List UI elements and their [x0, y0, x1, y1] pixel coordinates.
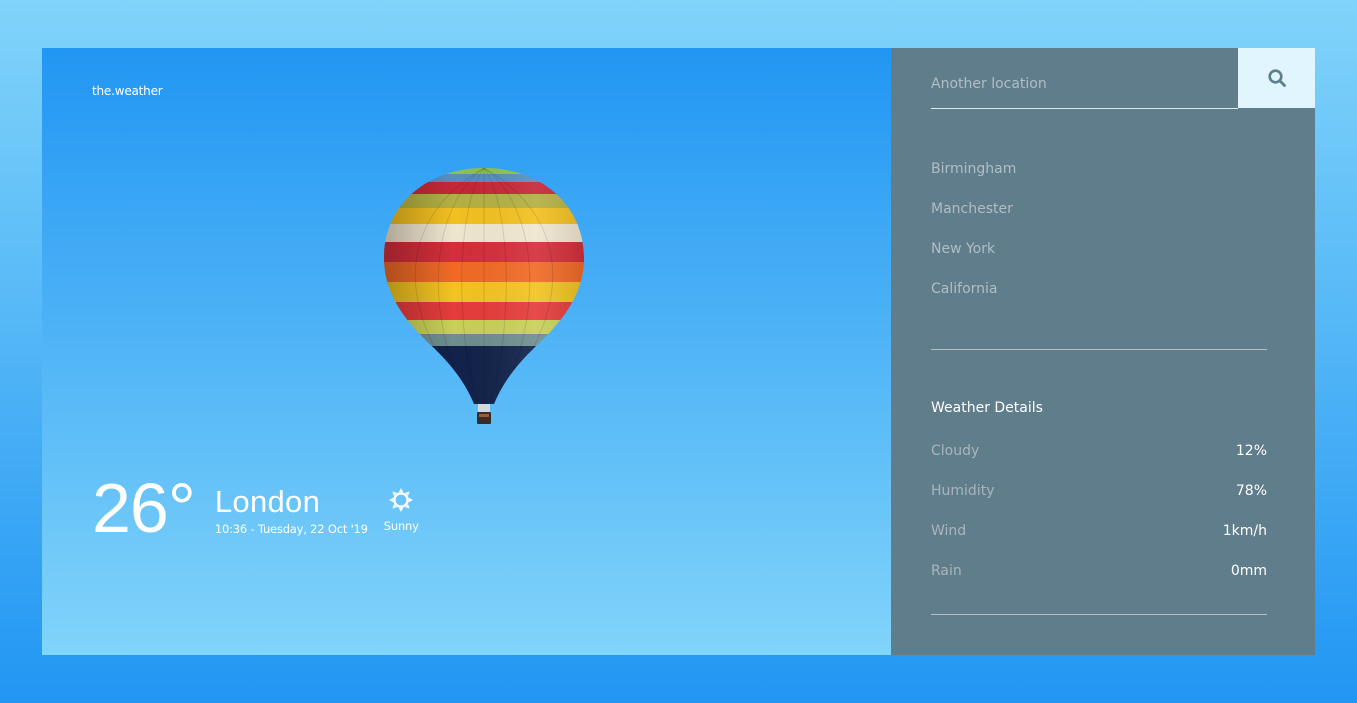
location-item-manchester[interactable]: Manchester — [931, 198, 1267, 238]
city-info: London 10:36 - Tuesday, 22 Oct '19 — [215, 484, 368, 536]
brand-logo[interactable]: the.weather — [92, 84, 163, 98]
detail-value: 0mm — [1230, 563, 1267, 579]
date-time: 10:36 - Tuesday, 22 Oct '19 — [214, 522, 368, 536]
balloon-envelope — [384, 168, 584, 404]
location-item-birmingham[interactable]: Birmingham — [931, 158, 1267, 198]
detail-label: Rain — [931, 563, 962, 579]
detail-label: Cloudy — [931, 443, 980, 459]
condition-info: Sunny — [384, 487, 419, 533]
location-list: Birmingham Manchester New York Californi… — [931, 158, 1267, 318]
detail-row-wind: Wind 1km/h — [931, 520, 1267, 560]
location-search-form — [931, 48, 1315, 109]
detail-value: 12% — [1235, 443, 1267, 459]
sun-icon — [389, 488, 414, 512]
detail-value: 78% — [1235, 483, 1267, 499]
balloon-basket — [477, 401, 491, 424]
weather-details-list: Cloudy 12% Humidity 78% Wind 1km/h Rain … — [931, 440, 1267, 600]
search-button[interactable] — [1238, 48, 1315, 108]
weather-card: the.weather 26° London 10:36 - Tuesday, … — [42, 48, 1315, 655]
search-icon — [1267, 69, 1286, 87]
detail-label: Humidity — [931, 483, 995, 499]
location-item-california[interactable]: California — [931, 278, 1267, 318]
detail-row-cloudy: Cloudy 12% — [931, 440, 1267, 480]
divider — [931, 614, 1267, 615]
current-weather-summary: 26° London 10:36 - Tuesday, 22 Oct '19 S… — [92, 473, 419, 543]
detail-row-humidity: Humidity 78% — [931, 480, 1267, 520]
weather-details-title: Weather Details — [931, 400, 1043, 416]
location-item-new-york[interactable]: New York — [931, 238, 1267, 278]
location-search-input[interactable] — [931, 48, 1238, 109]
detail-label: Wind — [931, 523, 967, 539]
condition-label: Sunny — [383, 519, 419, 533]
hot-air-balloon-image — [384, 168, 584, 424]
city-name: London — [214, 484, 321, 519]
detail-value: 1km/h — [1222, 523, 1267, 539]
divider — [931, 349, 1267, 350]
current-weather-panel: the.weather 26° London 10:36 - Tuesday, … — [42, 48, 891, 655]
detail-row-rain: Rain 0mm — [931, 560, 1267, 600]
temperature: 26° — [92, 469, 196, 547]
sidebar-panel: Birmingham Manchester New York Californi… — [891, 48, 1315, 655]
